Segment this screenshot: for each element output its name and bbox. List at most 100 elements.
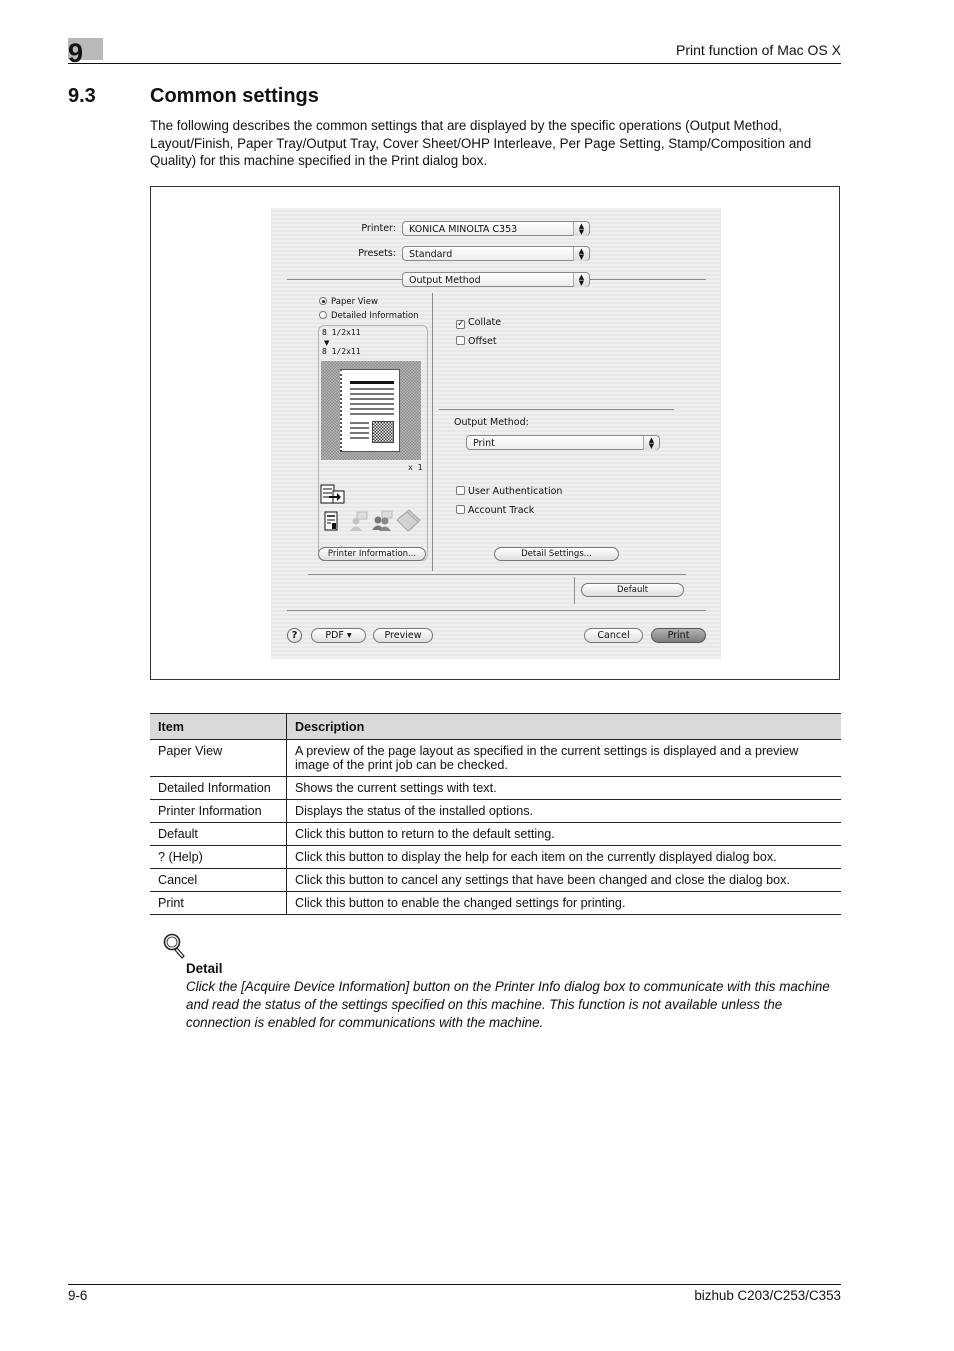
updown-arrows-icon: ▲ ▼ <box>573 247 589 261</box>
updown-arrows-icon: ▲ ▼ <box>573 222 589 236</box>
table-header-row: Item Description <box>150 713 841 740</box>
description-cell: Click this button to return to the defau… <box>286 822 841 846</box>
offset-label: Offset <box>468 336 497 347</box>
preview-image-block <box>372 421 394 443</box>
presets-select-value: Standard <box>409 249 453 260</box>
collate-checkbox[interactable]: ✓ Collate <box>456 317 501 329</box>
printer-select[interactable]: KONICA MINOLTA C353 ▲ ▼ <box>402 221 590 236</box>
panel-select[interactable]: Output Method ▲ ▼ <box>402 272 590 287</box>
left-pane-bottom-divider <box>308 574 433 575</box>
chapter-number: 9 <box>68 38 84 68</box>
detail-settings-button[interactable]: Detail Settings... <box>494 547 619 561</box>
footer-divider <box>68 1284 841 1285</box>
account-track-label: Account Track <box>468 505 535 516</box>
screenshot-frame: Printer: KONICA MINOLTA C353 ▲ ▼ Presets:… <box>150 186 840 680</box>
paper-view-radio[interactable]: Paper View <box>319 297 378 307</box>
detail-heading: Detail <box>186 961 223 976</box>
preview-text-line <box>350 408 394 410</box>
pane-separator <box>432 293 433 571</box>
preview-text-line <box>350 422 369 424</box>
checkbox-unchecked-icon <box>456 336 465 345</box>
description-cell: Click this button to display the help fo… <box>286 845 841 869</box>
copies-readout: x 1 <box>408 463 423 472</box>
column-header-item: Item <box>150 713 287 740</box>
table-row: Printer Information Displays the status o… <box>150 799 841 823</box>
print-button[interactable]: Print <box>651 628 706 643</box>
item-cell: Printer Information <box>150 799 287 823</box>
presets-label: Presets: <box>358 248 396 259</box>
table-row: Print Click this button to enable the cha… <box>150 891 841 915</box>
right-pane-bottom-divider <box>432 574 686 575</box>
preview-text-line <box>350 393 394 395</box>
printer-select-value: KONICA MINOLTA C353 <box>409 224 518 235</box>
checkbox-unchecked-icon <box>456 505 465 514</box>
default-button[interactable]: Default <box>581 583 684 597</box>
panel-select-value: Output Method <box>409 275 481 286</box>
output-method-select[interactable]: Print ▲ ▼ <box>466 435 660 450</box>
paper-stack-status-icon <box>396 509 421 532</box>
paper-preview-image <box>321 361 421 460</box>
table-row: Default Click this button to return to th… <box>150 822 841 846</box>
user-status-icon <box>350 511 368 531</box>
printer-label: Printer: <box>361 223 396 234</box>
print-dialog: Printer: KONICA MINOLTA C353 ▲ ▼ Presets:… <box>271 208 721 659</box>
page-number: 9-6 <box>68 1288 88 1303</box>
printer-information-button[interactable]: Printer Information... <box>318 547 426 561</box>
description-cell: Click this button to enable the changed … <box>286 891 841 915</box>
item-cell: Cancel <box>150 868 287 892</box>
settings-table: Item Description Paper View A preview of … <box>150 713 841 915</box>
item-cell: Default <box>150 822 287 846</box>
intro-paragraph: The following describes the common setti… <box>150 118 812 168</box>
account-track-checkbox[interactable]: Account Track <box>456 505 534 516</box>
detail-body: Click the [Acquire Device Information] b… <box>186 979 830 1030</box>
magnifier-icon <box>163 933 185 959</box>
presets-select[interactable]: Standard ▲ ▼ <box>402 246 590 261</box>
output-section-divider <box>439 409 674 410</box>
running-title: Print function of Mac OS X <box>676 42 841 58</box>
updown-arrows-icon: ▲ ▼ <box>643 436 659 450</box>
preview-text-line <box>350 388 394 390</box>
description-cell: Shows the current settings with text. <box>286 776 841 800</box>
panel-divider-left <box>287 279 402 280</box>
item-cell: Detailed Information <box>150 776 287 800</box>
preview-button[interactable]: Preview <box>373 628 433 643</box>
default-separator <box>574 577 575 604</box>
description-cell: Displays the status of the installed opt… <box>286 799 841 823</box>
paper-view-label: Paper View <box>331 297 378 307</box>
preview-heading-line <box>350 381 394 384</box>
detailed-information-label: Detailed Information <box>331 311 419 321</box>
detailed-information-radio[interactable]: Detailed Information <box>319 311 419 321</box>
radio-selected-icon <box>319 297 327 305</box>
preview-text-line <box>350 437 369 439</box>
printer-status-icon <box>320 484 345 504</box>
original-size: 8 1/2x11 <box>322 328 361 337</box>
preview-text-line <box>350 432 369 434</box>
help-button[interactable]: ? <box>287 628 302 643</box>
description-cell: Click this button to cancel any settings… <box>286 868 841 892</box>
radio-unselected-icon <box>319 311 327 319</box>
section-number: 9.3 <box>68 85 96 107</box>
checkbox-unchecked-icon <box>456 486 465 495</box>
collate-label: Collate <box>468 317 502 328</box>
section-title: Common settings <box>150 85 319 107</box>
checkbox-checked-icon: ✓ <box>456 319 465 329</box>
output-size: 8 1/2x11 <box>322 347 361 356</box>
product-name: bizhub C203/C253/C353 <box>694 1288 841 1303</box>
offset-checkbox[interactable]: Offset <box>456 336 497 347</box>
pdf-menu-button[interactable]: PDF ▾ <box>311 628 366 643</box>
group-status-icon <box>372 510 393 531</box>
header-divider <box>68 63 841 64</box>
cancel-button[interactable]: Cancel <box>584 628 643 643</box>
table-row: Detailed Information Shows the current se… <box>150 776 841 800</box>
output-method-label: Output Method: <box>454 417 529 428</box>
table-row: ? (Help) Click this button to display the… <box>150 845 841 869</box>
table-row: Paper View A preview of the page layout a… <box>150 739 841 777</box>
item-cell: ? (Help) <box>150 845 287 869</box>
output-method-value: Print <box>473 438 495 449</box>
item-cell: Paper View <box>150 739 287 777</box>
description-cell: A preview of the page layout as specifie… <box>286 739 841 777</box>
preview-text-line <box>350 413 394 415</box>
table-row: Cancel Click this button to cancel any se… <box>150 868 841 892</box>
preview-text-line <box>350 427 369 429</box>
user-authentication-checkbox[interactable]: User Authentication <box>456 486 562 497</box>
